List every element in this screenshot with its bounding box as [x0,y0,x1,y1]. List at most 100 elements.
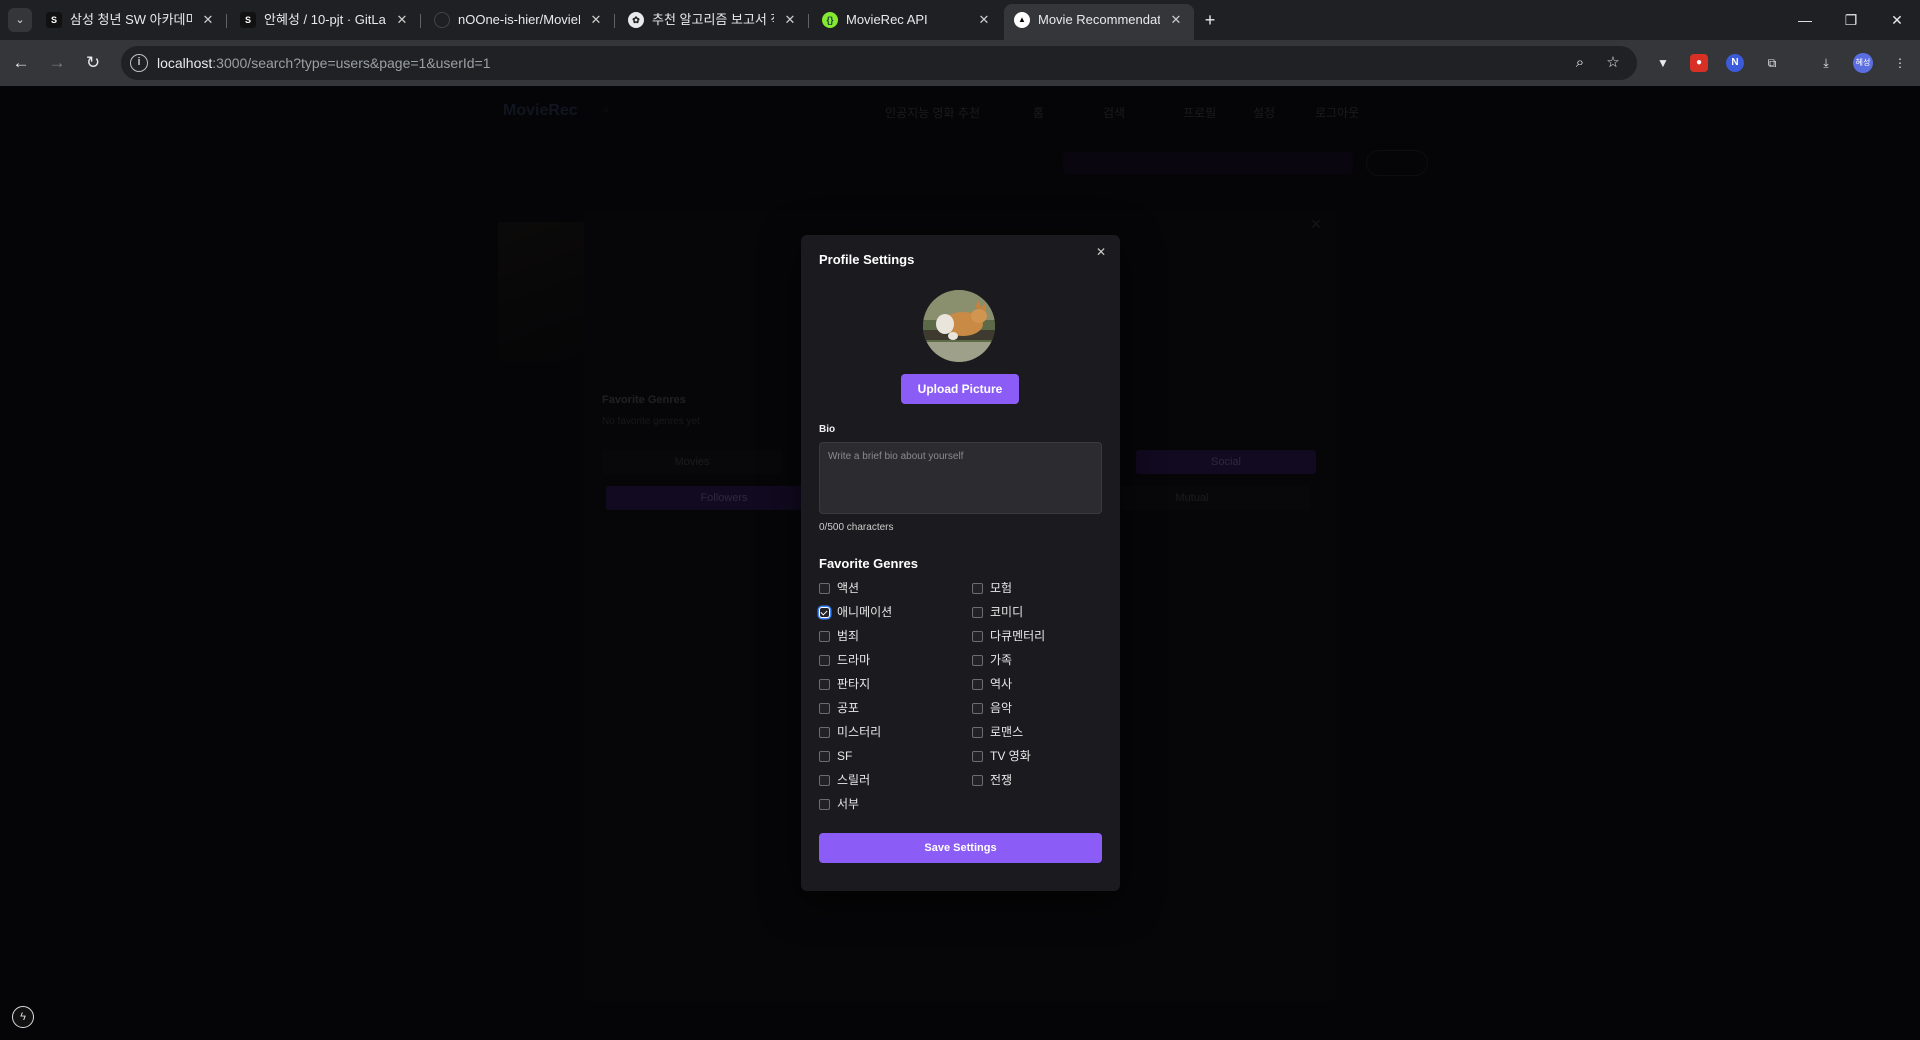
genre-label: 코미디 [990,605,1024,619]
checkbox[interactable] [972,751,983,762]
nav-link-home[interactable]: 홈 [1033,104,1044,121]
nav-link-logout[interactable]: 로그아웃 [1315,104,1359,121]
tab-close-icon[interactable]: ✕ [782,12,798,28]
checkbox[interactable] [972,679,983,690]
download-icon[interactable]: ⤓ [1815,52,1837,74]
genre-label: TV 영화 [990,749,1031,763]
checkbox[interactable] [972,583,983,594]
dev-tools-indicator-icon[interactable]: ϟ [12,1006,34,1028]
checkbox[interactable] [972,631,983,642]
checkbox[interactable] [819,775,830,786]
browser-tab[interactable]: nOOne-is-hier/MovieRec ✕ [424,4,614,36]
tab-close-icon[interactable]: ✕ [394,12,410,28]
record-extension-icon[interactable]: ● [1690,54,1708,72]
checkbox[interactable] [972,727,983,738]
favorite-genres-heading: Favorite Genres [602,394,686,406]
site-info-icon[interactable]: i [130,54,148,72]
browser-tab[interactable]: S 삼성 청년 SW 아카데미 ✕ [36,4,226,36]
browser-tab[interactable]: {} MovieRec API ✕ [812,4,1002,36]
checkbox[interactable] [972,775,983,786]
genre-label: 서부 [837,797,860,811]
nav-link-search[interactable]: 검색 [1103,104,1125,121]
close-icon[interactable]: ✕ [1094,245,1108,259]
save-settings-button[interactable]: Save Settings [819,833,1102,863]
site-search-icon[interactable]: ⌕ [603,102,610,117]
checkbox[interactable] [819,631,830,642]
tab-title: 삼성 청년 SW 아카데미 [70,12,192,27]
checkbox[interactable] [819,727,830,738]
url-path: :3000/search?type=users&page=1&userId=1 [212,55,491,71]
checkbox[interactable] [972,655,983,666]
tab-movies[interactable]: Movies [602,450,782,474]
extensions-puzzle-icon[interactable]: ⧉ [1761,52,1783,74]
reload-icon[interactable]: ↻ [81,51,105,75]
user-card-image [498,222,588,362]
url-host: localhost [157,55,213,71]
profile-avatar[interactable]: 혜성 [1853,53,1873,73]
close-window-icon[interactable]: ✕ [1874,0,1920,40]
n-extension-icon[interactable]: N [1726,54,1744,72]
tab-separator [614,14,615,28]
tab-search-button[interactable]: ⌄ [8,8,32,32]
close-icon[interactable]: ✕ [1310,216,1322,233]
tab-title: nOOne-is-hier/MovieRec [458,12,580,27]
genre-label: 범죄 [837,629,860,643]
address-bar[interactable]: i localhost:3000/search?type=users&page=… [121,46,1637,80]
url-text: localhost:3000/search?type=users&page=1&… [157,46,491,80]
tab-close-icon[interactable]: ✕ [1168,12,1184,28]
tab-close-icon[interactable]: ✕ [200,12,216,28]
tab-separator [808,14,809,28]
tab-title: MovieRec API [846,12,928,27]
checkbox[interactable] [819,655,830,666]
browser-toolbar: ← → ↻ i localhost:3000/search?type=users… [0,40,1920,86]
checkbox[interactable] [819,703,830,714]
checkbox[interactable] [819,751,830,762]
checkbox[interactable] [819,679,830,690]
forward-arrow-icon[interactable]: → [45,51,69,75]
ssafy-favicon-icon: S [46,12,62,28]
genre-label: 음악 [990,701,1013,715]
tab-social[interactable]: Social [1136,450,1316,474]
toggle-pill[interactable] [1366,150,1428,176]
tab-separator [420,14,421,28]
genre-label: 역사 [990,677,1013,691]
profile-avatar-image [923,290,995,362]
vivaldi-extension-icon[interactable]: ▼ [1652,52,1674,74]
upload-picture-button[interactable]: Upload Picture [901,374,1019,404]
tab-title: 안혜성 / 10-pjt · GitLab [264,12,386,27]
bio-textarea[interactable] [819,442,1102,514]
restore-icon[interactable]: ❐ [1828,0,1874,40]
browser-tab[interactable]: S 안혜성 / 10-pjt · GitLab ✕ [230,4,420,36]
tab-close-icon[interactable]: ✕ [588,12,604,28]
browser-tab[interactable]: ✿ 추천 알고리즘 보고서 작성 ✕ [618,4,808,36]
favorite-genres-heading: Favorite Genres [819,556,918,571]
tab-title: 추천 알고리즘 보고서 작성 [652,12,774,27]
checkbox[interactable] [819,583,830,594]
checkbox[interactable] [972,607,983,618]
genre-label: 가족 [990,653,1013,667]
genre-label: 미스터리 [837,725,882,739]
swagger-icon: {} [822,12,838,28]
minimize-icon[interactable]: — [1782,0,1828,40]
checkbox[interactable] [972,703,983,714]
browser-tab-active[interactable]: ▲ Movie Recommendation SPA ✕ [1004,4,1194,40]
search-type-bar[interactable] [1063,152,1353,174]
checkbox[interactable] [819,799,830,810]
tab-close-icon[interactable]: ✕ [976,12,992,28]
bookmark-star-icon[interactable]: ☆ [1604,54,1622,72]
new-tab-button[interactable]: + [1198,8,1222,32]
genre-label: 드라마 [837,653,871,667]
genre-label: 판타지 [837,677,871,691]
nav-link-ai[interactable]: 인공지능 영화 추천 [885,104,980,121]
browser-menu-icon[interactable]: ⋮ [1889,52,1911,74]
back-arrow-icon[interactable]: ← [9,51,33,75]
genre-label: 스릴러 [837,773,871,787]
genre-label: 로맨스 [990,725,1024,739]
site-logo[interactable]: MovieRec [503,102,578,120]
nav-link-settings[interactable]: 설정 [1253,104,1275,121]
nav-link-profile[interactable]: 프로필 [1183,104,1216,121]
favorite-genres-empty: No favorite genres yet [602,416,700,427]
browser-tab-bar: ⌄ S 삼성 청년 SW 아카데미 ✕ S 안혜성 / 10-pjt · Git… [0,0,1920,40]
zoom-icon[interactable]: ⌕ [1571,54,1589,72]
checkbox[interactable] [819,607,830,618]
